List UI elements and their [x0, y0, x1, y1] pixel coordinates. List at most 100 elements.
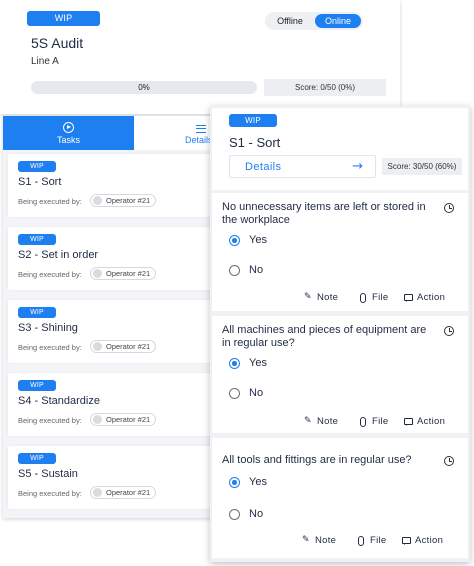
option-no-label: No	[249, 387, 264, 399]
task-card[interactable]: WIP S3 - Shining Being executed by: Oper…	[8, 300, 213, 363]
radio-unselected[interactable]	[229, 388, 240, 399]
comment-icon	[404, 294, 413, 302]
question-text: No unnecessary items are left or stored …	[222, 201, 426, 226]
operator-name: Operator #21	[106, 415, 151, 424]
avatar	[93, 269, 102, 278]
executed-by-label: Being executed by:	[18, 270, 82, 279]
task-title: S5 - Sustain	[18, 468, 78, 480]
question-actions: ✎ Note File Action	[212, 416, 468, 430]
note-label: Note	[317, 292, 339, 303]
operator-name: Operator #21	[106, 269, 151, 278]
executed-by-label: Being executed by:	[18, 197, 82, 206]
task-card[interactable]: WIP S2 - Set in order Being executed by:…	[8, 227, 213, 290]
operator-name: Operator #21	[106, 196, 151, 205]
task-card[interactable]: WIP S1 - Sort Being executed by: Operato…	[8, 154, 213, 217]
question-text: All machines and pieces of equipment are…	[222, 324, 427, 349]
paperclip-icon	[358, 536, 364, 546]
audit-score: Score: 0/50 (0%)	[264, 79, 386, 96]
details-button-label: Details	[245, 161, 282, 173]
audit-header-card: WIP Offline Online 5S Audit Line A 0% Sc…	[0, 0, 400, 114]
question-actions: ✎ Note File Action	[212, 535, 468, 549]
pencil-icon: ✎	[304, 292, 312, 302]
operator-chip: Operator #21	[90, 486, 157, 499]
note-label: Note	[315, 535, 337, 546]
operator-chip: Operator #21	[90, 267, 157, 280]
operator-name: Operator #21	[106, 488, 151, 497]
tab-tasks-label: Tasks	[56, 135, 80, 145]
progress-label: 0%	[138, 83, 150, 92]
option-no-label: No	[249, 508, 264, 520]
avatar	[93, 342, 102, 351]
task-card[interactable]: WIP S5 - Sustain Being executed by: Oper…	[8, 446, 213, 509]
option-yes-label: Yes	[249, 476, 267, 488]
file-label: File	[372, 292, 389, 303]
offline-option[interactable]: Offline	[267, 14, 313, 28]
comment-icon	[404, 418, 413, 426]
task-title: S1 - Sort	[18, 176, 62, 188]
status-badge: WIP	[229, 114, 277, 127]
task-title: S3 - Shining	[18, 322, 78, 334]
audit-title: 5S Audit	[31, 35, 84, 51]
task-detail-panel: WIP S1 - Sort Details → Score: 30/50 (60…	[210, 106, 470, 562]
history-icon[interactable]	[444, 203, 454, 213]
tasks-panel: Tasks Details WIP S1 - Sort Being execut…	[3, 116, 223, 518]
audit-progress-bar: 0%	[31, 81, 257, 94]
audit-line: Line A	[31, 56, 59, 67]
avatar	[93, 488, 102, 497]
details-button[interactable]: Details →	[229, 155, 376, 178]
radio-unselected[interactable]	[229, 509, 240, 520]
tab-details-label: Details	[185, 135, 213, 145]
status-badge: WIP	[18, 234, 56, 245]
comment-icon	[402, 537, 411, 545]
radio-unselected[interactable]	[229, 265, 240, 276]
radio-selected[interactable]	[229, 235, 240, 246]
list-icon	[196, 125, 206, 133]
online-option[interactable]: Online	[315, 14, 361, 28]
action-label: Action	[415, 535, 444, 546]
play-circle-icon	[63, 122, 74, 133]
paperclip-icon	[360, 417, 366, 427]
question-text: All tools and fittings are in regular us…	[222, 454, 412, 466]
operator-name: Operator #21	[106, 342, 151, 351]
operator-chip: Operator #21	[90, 340, 157, 353]
file-label: File	[372, 416, 389, 427]
avatar	[93, 415, 102, 424]
history-icon[interactable]	[444, 326, 454, 336]
pencil-icon: ✎	[304, 416, 312, 426]
task-detail-header: WIP S1 - Sort Details → Score: 30/50 (60…	[212, 108, 468, 190]
task-score: Score: 30/50 (60%)	[382, 158, 462, 175]
mode-toggle[interactable]: Offline Online	[265, 12, 363, 30]
task-detail-title: S1 - Sort	[229, 135, 281, 150]
file-label: File	[370, 535, 387, 546]
paperclip-icon	[360, 293, 366, 303]
operator-chip: Operator #21	[90, 413, 157, 426]
action-label: Action	[417, 292, 446, 303]
option-yes-label: Yes	[249, 234, 267, 246]
executed-by-label: Being executed by:	[18, 416, 82, 425]
history-icon[interactable]	[444, 456, 454, 466]
question-card: No unnecessary items are left or stored …	[212, 193, 468, 311]
radio-selected[interactable]	[229, 477, 240, 488]
executed-by-label: Being executed by:	[18, 489, 82, 498]
question-card: All machines and pieces of equipment are…	[212, 316, 468, 433]
task-card[interactable]: WIP S4 - Standardize Being executed by: …	[8, 373, 213, 436]
status-badge: WIP	[18, 161, 56, 172]
action-label: Action	[417, 416, 446, 427]
note-label: Note	[317, 416, 339, 427]
task-title: S2 - Set in order	[18, 249, 99, 261]
status-badge: WIP	[27, 11, 100, 26]
operator-chip: Operator #21	[90, 194, 157, 207]
task-title: S4 - Standardize	[18, 395, 100, 407]
status-badge: WIP	[18, 307, 56, 318]
option-yes-label: Yes	[249, 357, 267, 369]
pencil-icon: ✎	[302, 535, 310, 545]
question-card: All tools and fittings are in regular us…	[212, 438, 468, 558]
arrow-right-icon: →	[352, 159, 363, 174]
status-badge: WIP	[18, 453, 56, 464]
option-no-label: No	[249, 264, 264, 276]
status-badge: WIP	[18, 380, 56, 391]
executed-by-label: Being executed by:	[18, 343, 82, 352]
tab-tasks[interactable]: Tasks	[3, 116, 134, 150]
radio-selected[interactable]	[229, 358, 240, 369]
question-actions: ✎ Note File Action	[212, 292, 468, 306]
